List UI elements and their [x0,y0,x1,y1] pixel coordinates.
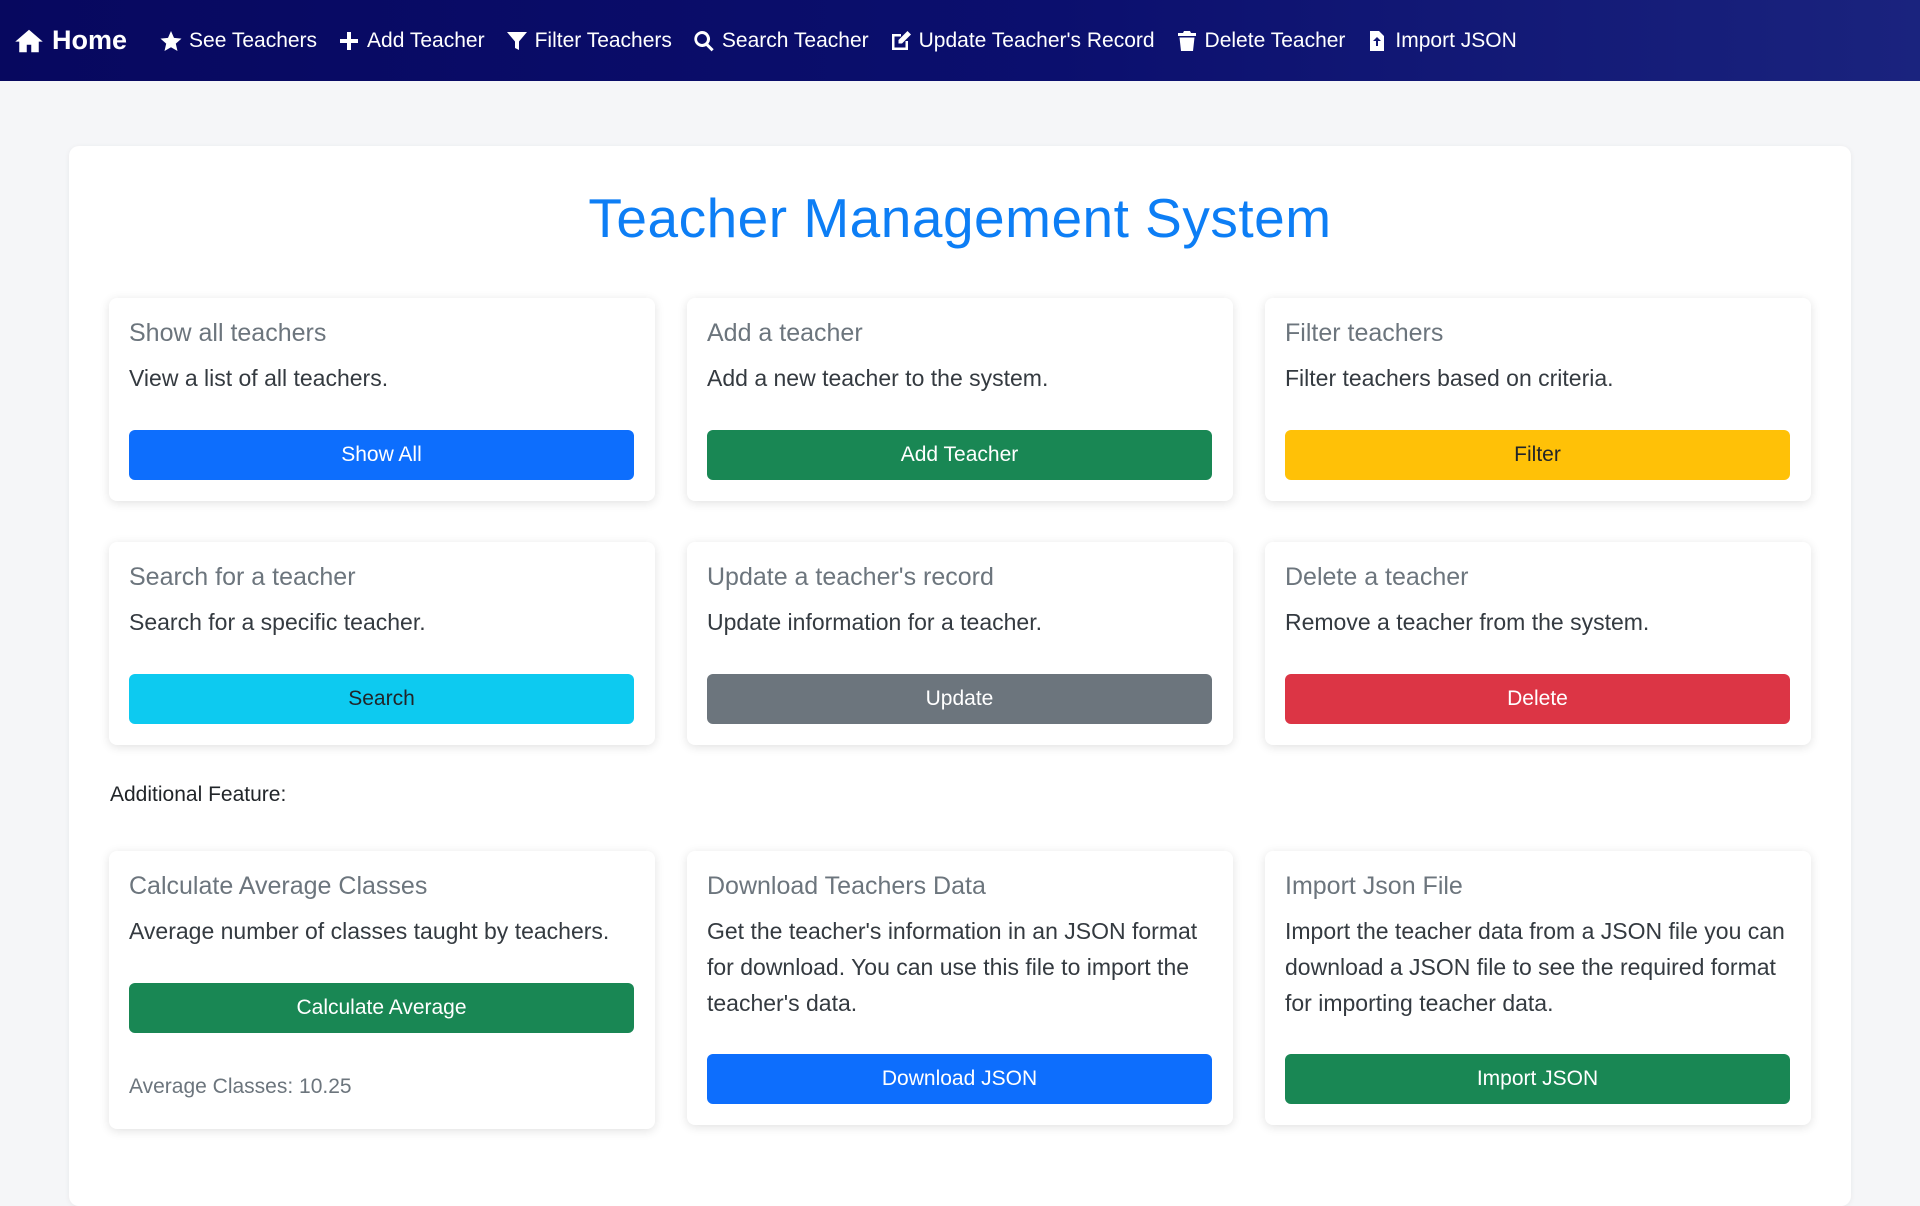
additional-feature-label: Additional Feature: [110,783,287,806]
card-title: Calculate Average Classes [129,872,428,900]
average-result: Average Classes: 10.25 [129,1075,352,1098]
delete-button[interactable]: Delete [1285,674,1790,724]
card-text: Remove a teacher from the system. [1285,609,1650,635]
card-text: Average number of classes taught by teac… [129,918,610,944]
nav-item-label: Delete Teacher [1204,28,1346,52]
download-json-button[interactable]: Download JSON [707,1054,1212,1104]
nav-home-link[interactable]: Home [14,25,127,56]
card-text: Update information for a teacher. [707,609,1042,635]
card-calculate-average: Calculate Average Classes Average number… [109,851,655,1129]
plus-icon [337,29,361,53]
card-text: Search for a specific teacher. [129,609,426,635]
card-text: Import the teacher data from a JSON file… [1285,918,1785,1016]
card-add-teacher: Add a teacher Add a new teacher to the s… [687,298,1233,501]
nav-home-label: Home [52,25,128,55]
nav-filter-teachers[interactable]: Filter Teachers [505,29,672,53]
nav-update-record[interactable]: Update Teacher's Record [889,29,1155,53]
card-title: Search for a teacher [129,563,356,591]
card-download-json: Download Teachers Data Get the teacher's… [687,851,1233,1125]
nav-item-label: Add Teacher [367,28,485,52]
nav-item-label: Update Teacher's Record [918,28,1155,52]
nav-see-teachers[interactable]: See Teachers [159,29,317,53]
nav-item-label: Import JSON [1395,28,1517,52]
card-text: Filter teachers based on criteria. [1285,365,1614,391]
trash-icon [1175,29,1199,53]
card-filter-teachers: Filter teachers Filter teachers based on… [1265,298,1811,501]
edit-icon [889,29,913,53]
card-show-all: Show all teachers View a list of all tea… [109,298,655,501]
card-text: Add a new teacher to the system. [707,365,1049,391]
card-title: Add a teacher [707,319,863,347]
nav-import-json[interactable]: Import JSON [1365,28,1517,53]
nav-item-label: See Teachers [189,28,318,52]
home-icon [14,26,44,56]
search-icon [692,29,716,53]
card-title: Import Json File [1285,872,1463,900]
card-title: Filter teachers [1285,319,1444,347]
nav-delete-teacher[interactable]: Delete Teacher [1175,28,1346,53]
card-delete-teacher: Delete a teacher Remove a teacher from t… [1265,542,1811,745]
card-title: Download Teachers Data [707,872,986,900]
import-json-button[interactable]: Import JSON [1285,1054,1790,1104]
card-title: Delete a teacher [1285,563,1469,591]
calculate-average-button[interactable]: Calculate Average [129,983,634,1033]
search-button[interactable]: Search [129,674,634,724]
nav-item-label: Filter Teachers [534,28,672,52]
top-navbar: Home See Teachers Add Teacher Filter Tea… [0,0,1920,81]
card-title: Update a teacher's record [707,563,994,591]
card-text: Get the teacher's information in an JSON… [707,918,1198,1016]
card-update-teacher: Update a teacher's record Update informa… [687,542,1233,745]
card-search-teacher: Search for a teacher Search for a specif… [109,542,655,745]
page-title: Teacher Management System [588,187,1332,249]
star-icon [159,29,183,53]
nav-item-label: Search Teacher [721,28,869,52]
nav-search-teacher[interactable]: Search Teacher [692,29,869,53]
filter-button[interactable]: Filter [1285,430,1790,480]
card-title: Show all teachers [129,319,327,347]
card-text: View a list of all teachers. [129,365,389,391]
update-button[interactable]: Update [707,674,1212,724]
show-all-button[interactable]: Show All [129,430,634,480]
card-import-json: Import Json File Import the teacher data… [1265,851,1811,1125]
nav-add-teacher[interactable]: Add Teacher [337,29,485,53]
filter-icon [505,29,529,53]
file-import-icon [1365,29,1389,53]
add-teacher-button[interactable]: Add Teacher [707,430,1212,480]
